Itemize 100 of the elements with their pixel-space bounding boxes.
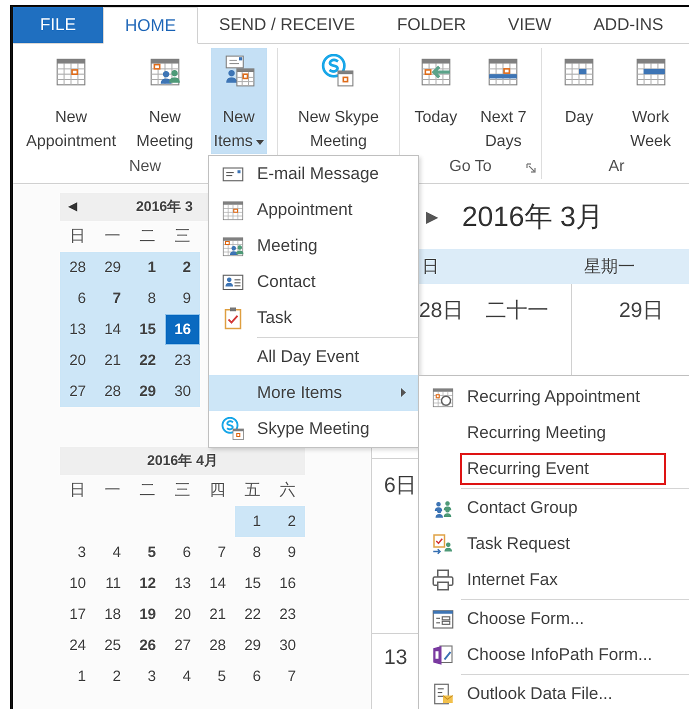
calendar-day[interactable]: 10 xyxy=(60,568,95,599)
calendar-day[interactable]: 13 xyxy=(60,314,95,345)
calendar-day[interactable]: 26 xyxy=(130,630,165,661)
calendar-day[interactable]: 30 xyxy=(270,630,305,661)
calendar-day[interactable]: 19 xyxy=(130,599,165,630)
calendar-day[interactable]: 16 xyxy=(270,568,305,599)
calendar-day[interactable]: 5 xyxy=(200,661,235,692)
ribbon-button[interactable]: New Appointment xyxy=(23,48,120,154)
calendar-day[interactable]: 27 xyxy=(60,376,95,407)
calendar-day[interactable]: 23 xyxy=(270,599,305,630)
calendar-day[interactable]: 30 xyxy=(165,376,200,407)
calendar-day[interactable]: 25 xyxy=(95,630,130,661)
previous-month-button[interactable]: ◀ xyxy=(68,199,77,213)
calendar-day[interactable]: 29 xyxy=(130,376,165,407)
task-request-icon xyxy=(431,532,455,556)
calendar-day[interactable]: 1 xyxy=(60,661,95,692)
calendar-day[interactable]: 21 xyxy=(95,345,130,376)
calendar-title: 2016年 3月 xyxy=(462,200,604,234)
calendar-day[interactable]: 6 xyxy=(60,283,95,314)
calendar-day[interactable]: 15 xyxy=(130,314,165,345)
ribbon-tab[interactable]: VIEW xyxy=(487,7,572,43)
calendar-day[interactable]: 22 xyxy=(130,345,165,376)
data-file-icon xyxy=(431,682,455,706)
calendar-day[interactable]: 14 xyxy=(200,568,235,599)
menu-item[interactable]: Internet Fax xyxy=(419,562,689,598)
calendar-day[interactable]: 3 xyxy=(60,537,95,568)
ribbon-button[interactable]: New Meeting xyxy=(133,48,196,154)
menu-item[interactable]: Recurring Appointment xyxy=(419,379,689,415)
dialog-launcher-icon[interactable] xyxy=(526,163,536,173)
menu-item[interactable]: Choose InfoPath Form... xyxy=(419,637,689,673)
form-icon xyxy=(431,607,455,631)
printer-icon xyxy=(431,568,455,592)
calendar-day[interactable]: 29 xyxy=(235,630,270,661)
calendar-day[interactable]: 17 xyxy=(60,599,95,630)
calendar-day[interactable]: 16 xyxy=(165,314,200,345)
group-label: New xyxy=(128,158,161,176)
calendar-day[interactable]: 28 xyxy=(95,376,130,407)
calendar-day[interactable]: 11 xyxy=(95,568,130,599)
ribbon-tab[interactable]: SEND / RECEIVE xyxy=(198,7,376,43)
menu-item[interactable]: More Items xyxy=(209,375,418,411)
ribbon-button[interactable]: Work Week xyxy=(627,48,674,154)
menu-item[interactable]: Meeting xyxy=(209,228,418,264)
calendar-day[interactable]: 1 xyxy=(130,252,165,283)
calendar-day[interactable]: 29 xyxy=(95,252,130,283)
calendar-day[interactable]: 22 xyxy=(235,599,270,630)
calendar-day[interactable]: 4 xyxy=(95,537,130,568)
calendar-day[interactable]: 7 xyxy=(95,283,130,314)
calendar-day[interactable]: 8 xyxy=(235,537,270,568)
ribbon-button[interactable]: New Items xyxy=(210,48,267,154)
menu-item[interactable]: Task Request xyxy=(419,526,689,562)
calendar-day[interactable]: 9 xyxy=(165,283,200,314)
calendar-day[interactable]: 2 xyxy=(165,252,200,283)
calendar-day[interactable]: 20 xyxy=(60,345,95,376)
calendar-day[interactable]: 13 xyxy=(165,568,200,599)
menu-item[interactable]: All Day Event xyxy=(209,336,418,375)
calendar-day[interactable]: 27 xyxy=(165,630,200,661)
calendar-day[interactable]: 15 xyxy=(235,568,270,599)
calendar-day[interactable]: 2 xyxy=(95,661,130,692)
calendar-day[interactable]: 6 xyxy=(235,661,270,692)
calendar-day[interactable]: 20 xyxy=(165,599,200,630)
ribbon-tab[interactable]: ADD-INS xyxy=(572,7,684,43)
calendar-day[interactable]: 21 xyxy=(200,599,235,630)
weekday-label: 日 xyxy=(68,227,86,247)
menu-item[interactable]: Skype Meeting xyxy=(209,411,418,447)
menu-item[interactable]: Task xyxy=(209,300,418,336)
ribbon-tab[interactable]: HOME xyxy=(103,7,198,44)
ribbon-button[interactable]: Day xyxy=(559,48,600,154)
calendar-day[interactable]: 14 xyxy=(95,314,130,345)
ribbon-button[interactable]: New Skype Meeting xyxy=(295,48,382,154)
month-title: 2016年 4月 xyxy=(147,452,218,470)
calendar-day[interactable]: 3 xyxy=(130,661,165,692)
weekday-label: 二 xyxy=(138,481,156,501)
ribbon-tab[interactable]: FOLDER xyxy=(376,7,488,43)
calendar-day[interactable]: 28 xyxy=(60,252,95,283)
ribbon-tab[interactable]: FILE xyxy=(13,7,103,43)
calendar-day[interactable]: 12 xyxy=(130,568,165,599)
ribbon-button[interactable]: Next 7 Days xyxy=(477,48,530,154)
weekday-label: 六 xyxy=(278,480,296,501)
calendar-day[interactable]: 18 xyxy=(95,599,130,630)
calendar-day[interactable]: 24 xyxy=(60,630,95,661)
menu-item[interactable]: E-mail Message xyxy=(209,156,418,192)
submenu-arrow-icon xyxy=(401,388,406,397)
calendar-day[interactable]: 28 xyxy=(200,630,235,661)
ribbon-button[interactable]: Today xyxy=(412,48,460,154)
calendar-day[interactable]: 1 xyxy=(235,506,270,537)
group-label: Go To xyxy=(449,158,492,176)
s-bubble-calendar-icon xyxy=(321,54,356,88)
calendar-day[interactable]: 7 xyxy=(200,537,235,568)
calendar-day[interactable]: 9 xyxy=(270,537,305,568)
menu-item[interactable]: Contact xyxy=(209,264,418,300)
calendar-day[interactable]: 7 xyxy=(270,661,305,692)
calendar-day[interactable]: 6 xyxy=(165,537,200,568)
next-month-button[interactable]: ▶ xyxy=(426,206,438,226)
calendar-day[interactable]: 8 xyxy=(130,283,165,314)
calendar-day[interactable]: 23 xyxy=(165,345,200,376)
calendar-day[interactable]: 5 xyxy=(130,537,165,568)
calendar-day[interactable]: 2 xyxy=(270,506,305,537)
calendar-day[interactable]: 4 xyxy=(165,661,200,692)
menu-item[interactable]: Recurring Meeting xyxy=(419,415,689,451)
menu-item[interactable]: Appointment xyxy=(209,192,418,228)
